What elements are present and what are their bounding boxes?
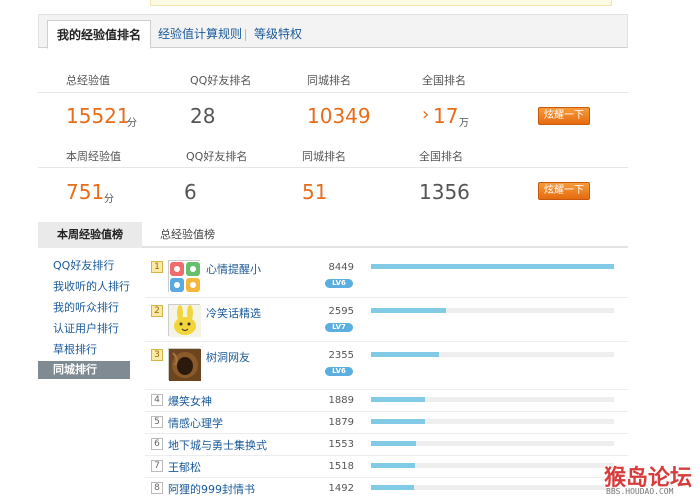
- user-name-link[interactable]: 爆笑女神: [168, 393, 212, 409]
- exp-progress-bar: [371, 308, 614, 313]
- exp-score: 1879: [328, 417, 354, 428]
- weekly-exp-label: 本周经验值: [66, 150, 121, 163]
- tab-total-exp-board[interactable]: 总经验值榜: [160, 222, 215, 248]
- yellow-rabbit-avatar[interactable]: [168, 304, 201, 337]
- rank-badge: 6: [151, 438, 163, 450]
- exp-score: 1518: [328, 461, 354, 472]
- row-divider: [145, 389, 628, 390]
- total-city-rank-label: 同城排名: [307, 74, 351, 87]
- row-divider: [145, 433, 628, 434]
- user-name-link[interactable]: 心情提醒小: [206, 261, 261, 277]
- rank-badge: 3: [151, 349, 163, 361]
- exp-score: 2355: [328, 350, 354, 361]
- user-name-link[interactable]: 地下城与勇士集换式: [168, 437, 267, 453]
- level-badge: LV6: [325, 367, 353, 376]
- tree-hollow-avatar[interactable]: [168, 348, 201, 381]
- user-name-link[interactable]: 情感心理学: [168, 415, 223, 431]
- leaderboard-tabs: 本周经验值榜 总经验值榜: [38, 222, 628, 248]
- sidebar-item[interactable]: QQ好友排行: [38, 257, 130, 275]
- sidebar-item[interactable]: 我的听众排行: [38, 299, 130, 317]
- tab-my-exp-rank[interactable]: 我的经验值排名: [47, 20, 152, 49]
- show-off-button-weekly[interactable]: 炫耀一下: [538, 182, 590, 200]
- grid-face-avatar[interactable]: [168, 260, 201, 293]
- sidebar-item[interactable]: 我收听的人排行: [38, 278, 130, 296]
- sidebar-item[interactable]: 草根排行: [38, 341, 130, 359]
- exp-progress-bar: [371, 419, 614, 424]
- total-qq-rank-label: QQ好友排名: [190, 74, 252, 87]
- total-exp-unit: 分: [127, 118, 137, 129]
- exp-progress-fill: [371, 264, 614, 269]
- forum-watermark: 猴岛论坛 BBS.HOUDAO.COM: [604, 460, 698, 498]
- user-name-link[interactable]: 阿狸的999封情书: [168, 481, 255, 497]
- row-divider: [145, 341, 628, 342]
- row-divider: [145, 411, 628, 412]
- weekly-exp-unit: 分: [104, 194, 114, 205]
- exp-score: 8449: [328, 262, 354, 273]
- weekly-nation-rank-label: 全国排名: [419, 150, 463, 163]
- weekly-qq-rank-value: 6: [184, 180, 197, 204]
- weekly-city-rank-value: 51: [302, 180, 328, 204]
- weekly-nation-rank-value: 1356: [419, 180, 470, 204]
- weekly-exp-value: 751: [66, 180, 105, 204]
- exp-progress-bar: [371, 264, 614, 269]
- exp-score: 1492: [328, 483, 354, 494]
- exp-progress-fill: [371, 463, 415, 468]
- exp-progress-fill: [371, 308, 446, 313]
- exp-score: 1553: [328, 439, 354, 450]
- row-divider: [145, 455, 628, 456]
- rank-badge: 7: [151, 460, 163, 472]
- total-city-rank-value: 10349: [307, 104, 371, 128]
- main-tab-bar: 我的经验值排名 经验值计算规则 等级特权: [38, 14, 628, 49]
- row-divider: [145, 477, 628, 478]
- notice-strip: [150, 0, 612, 6]
- total-nation-rank-unit: 万: [459, 118, 469, 129]
- exp-progress-bar: [371, 397, 614, 402]
- row-divider: [145, 297, 628, 298]
- total-exp-label: 总经验值: [66, 74, 110, 87]
- exp-progress-fill: [371, 397, 426, 402]
- exp-progress-bar: [371, 352, 614, 357]
- divider: [38, 167, 628, 168]
- user-name-link[interactable]: 冷笑话精选: [206, 305, 261, 321]
- weekly-city-rank-label: 同城排名: [302, 150, 346, 163]
- rank-badge: 8: [151, 482, 163, 494]
- rank-badge: 4: [151, 394, 163, 406]
- exp-progress-fill: [371, 419, 426, 424]
- weekly-qq-rank-label: QQ好友排名: [186, 150, 248, 163]
- show-off-button-total[interactable]: 炫耀一下: [538, 107, 590, 125]
- user-name-link[interactable]: 王郁松: [168, 459, 201, 475]
- exp-score: 2595: [328, 306, 354, 317]
- sidebar-item[interactable]: 认证用户排行: [38, 320, 130, 338]
- divider: [38, 92, 628, 93]
- tab-divider: [245, 29, 246, 41]
- tab-level-privileges[interactable]: 等级特权: [254, 20, 302, 48]
- exp-progress-bar: [371, 441, 614, 446]
- total-exp-value: 15521: [66, 104, 130, 128]
- exp-score: 1889: [328, 395, 354, 406]
- tab-exp-rules[interactable]: 经验值计算规则: [158, 20, 242, 48]
- exp-progress-bar: [371, 463, 614, 468]
- level-badge: LV7: [325, 323, 353, 332]
- rank-badge: 2: [151, 305, 163, 317]
- sidebar-item[interactable]: 同城排行: [38, 361, 130, 379]
- exp-progress-fill: [371, 352, 439, 357]
- exp-progress-fill: [371, 485, 414, 490]
- rank-badge: 5: [151, 416, 163, 428]
- total-qq-rank-value: 28: [190, 104, 216, 128]
- exp-progress-fill: [371, 441, 416, 446]
- watermark-url: BBS.HOUDAO.COM: [606, 487, 674, 496]
- greater-than-icon: ›: [422, 104, 430, 125]
- total-nation-rank-value: 17: [433, 104, 459, 128]
- exp-progress-bar: [371, 485, 614, 490]
- tab-weekly-exp-board[interactable]: 本周经验值榜: [38, 222, 142, 248]
- total-nation-rank-label: 全国排名: [422, 74, 466, 87]
- user-name-link[interactable]: 树洞网友: [206, 349, 250, 365]
- rank-badge: 1: [151, 261, 163, 273]
- level-badge: LV6: [325, 279, 353, 288]
